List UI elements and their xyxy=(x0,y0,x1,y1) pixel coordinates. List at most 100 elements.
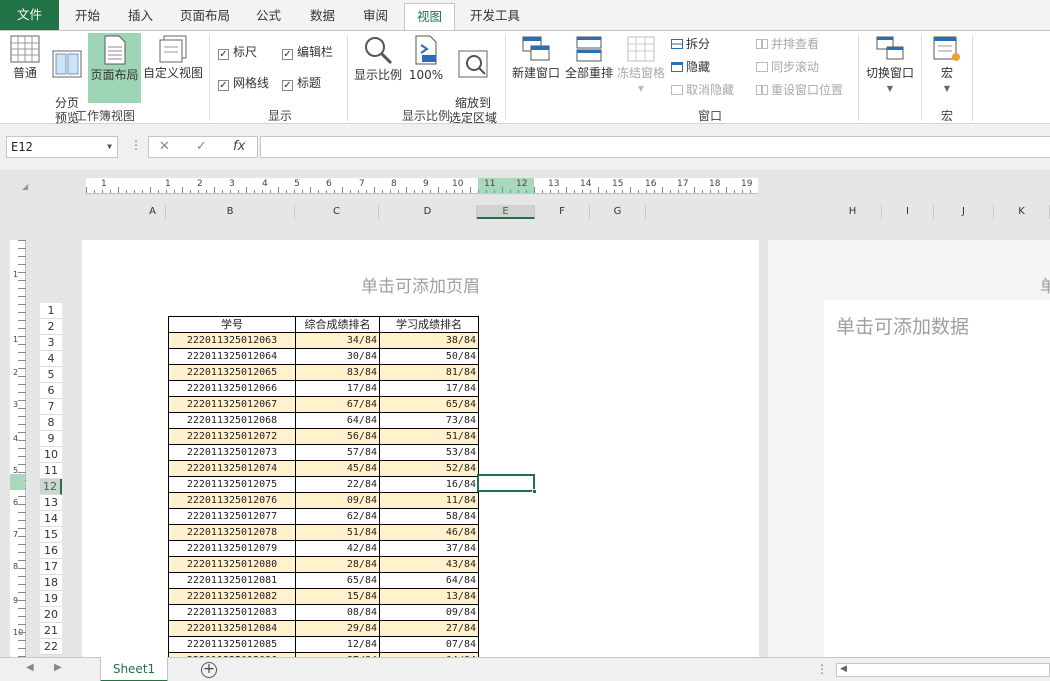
custom-views-button[interactable]: 自定义视图 xyxy=(142,35,204,101)
table-cell[interactable]: 222011325012083 xyxy=(168,604,296,621)
table-cell[interactable]: 222011325012081 xyxy=(168,572,296,589)
column-header-c[interactable]: C xyxy=(295,205,379,219)
table-cell[interactable]: 222011325012066 xyxy=(168,380,296,397)
table-cell[interactable]: 222011325012079 xyxy=(168,540,296,557)
table-cell[interactable]: 17/84 xyxy=(379,380,479,397)
row-header-6[interactable]: 6 xyxy=(40,383,62,399)
table-cell[interactable]: 222011325012076 xyxy=(168,492,296,509)
row-header-2[interactable]: 2 xyxy=(40,319,62,335)
row-header-5[interactable]: 5 xyxy=(40,367,62,383)
table-cell[interactable]: 222011325012068 xyxy=(168,412,296,429)
reset-window-position-button[interactable]: 重设窗口位置 xyxy=(756,82,843,99)
next-sheet-icon[interactable]: ▶ xyxy=(54,662,62,673)
column-header-cell[interactable]: 学号 xyxy=(168,316,296,333)
row-header-18[interactable]: 18 xyxy=(40,575,62,591)
column-header-a[interactable]: A xyxy=(140,205,166,219)
data-area[interactable]: 单击可添加数据 xyxy=(824,300,1050,657)
zoom-100-button[interactable]: 100% xyxy=(406,35,446,101)
table-cell[interactable]: 08/84 xyxy=(295,604,380,621)
row-header-8[interactable]: 8 xyxy=(40,415,62,431)
table-cell[interactable]: 222011325012064 xyxy=(168,348,296,365)
column-header-g[interactable]: G xyxy=(590,205,646,219)
column-header-d[interactable]: D xyxy=(379,205,477,219)
sheet-tab-sheet1[interactable]: Sheet1 xyxy=(100,657,168,681)
row-header-4[interactable]: 4 xyxy=(40,351,62,367)
more-options-icon[interactable]: ⋮ xyxy=(816,662,828,676)
table-cell[interactable]: 38/84 xyxy=(379,332,479,349)
tab-review[interactable]: 审阅 xyxy=(351,3,400,30)
row-header-20[interactable]: 20 xyxy=(40,607,62,623)
table-cell[interactable]: 16/84 xyxy=(379,476,479,493)
table-cell[interactable]: 28/84 xyxy=(295,556,380,573)
tab-page-layout[interactable]: 页面布局 xyxy=(168,3,242,30)
arrange-all-button[interactable]: 全部重排 xyxy=(563,35,615,101)
switch-windows-button[interactable]: 切换窗口 ▼ xyxy=(863,35,917,105)
table-cell[interactable]: 67/84 xyxy=(295,396,380,413)
column-header-cell[interactable]: 学习成绩排名 xyxy=(379,316,479,333)
table-cell[interactable]: 29/84 xyxy=(295,620,380,637)
add-sheet-icon[interactable]: + xyxy=(201,662,217,678)
synchronous-scrolling-button[interactable]: 同步滚动 xyxy=(756,59,819,76)
formula-input[interactable] xyxy=(260,136,1050,158)
table-cell[interactable]: 222011325012063 xyxy=(168,332,296,349)
row-header-3[interactable]: 3 xyxy=(40,335,62,351)
table-cell[interactable]: 07/84 xyxy=(379,636,479,653)
table-cell[interactable]: 65/84 xyxy=(379,396,479,413)
row-header-21[interactable]: 21 xyxy=(40,623,62,639)
table-cell[interactable]: 81/84 xyxy=(379,364,479,381)
split-button[interactable]: 拆分 xyxy=(671,36,710,53)
normal-view-button[interactable]: 普通 xyxy=(4,35,46,101)
table-cell[interactable]: 62/84 xyxy=(295,508,380,525)
scroll-left-icon[interactable]: ◀ xyxy=(840,664,847,674)
row-header-12[interactable]: 12 xyxy=(40,479,62,495)
tab-insert[interactable]: 插入 xyxy=(116,3,165,30)
row-header-13[interactable]: 13 xyxy=(40,495,62,511)
fill-handle[interactable] xyxy=(532,489,537,494)
row-header-16[interactable]: 16 xyxy=(40,543,62,559)
zoom-to-selection-button[interactable]: 缩放到 选定区域 xyxy=(446,35,500,125)
table-cell[interactable]: 222011325012085 xyxy=(168,636,296,653)
gridlines-checkbox[interactable]: ✓ 网格线 xyxy=(218,75,269,91)
table-cell[interactable]: 15/84 xyxy=(295,588,380,605)
table-cell[interactable]: 42/84 xyxy=(295,540,380,557)
column-header-b[interactable]: B xyxy=(166,205,295,219)
table-cell[interactable]: 50/84 xyxy=(379,348,479,365)
ruler-checkbox[interactable]: ✓ 标尺 xyxy=(218,44,257,60)
row-header-22[interactable]: 22 xyxy=(40,639,62,655)
tab-home[interactable]: 开始 xyxy=(63,3,112,30)
tab-formulas[interactable]: 公式 xyxy=(244,3,293,30)
table-cell[interactable]: 17/84 xyxy=(295,380,380,397)
column-header-i[interactable]: I xyxy=(882,205,934,219)
column-header-f[interactable]: F xyxy=(535,205,590,219)
hide-button[interactable]: 隐藏 xyxy=(671,59,710,76)
header-placeholder-page-2[interactable]: 单 xyxy=(1040,272,1050,297)
table-cell[interactable]: 37/84 xyxy=(379,540,479,557)
table-cell[interactable]: 57/84 xyxy=(295,444,380,461)
macros-button[interactable]: 宏 ▼ xyxy=(926,35,968,105)
table-cell[interactable]: 51/84 xyxy=(379,428,479,445)
table-cell[interactable]: 64/84 xyxy=(379,572,479,589)
freeze-panes-button[interactable]: 冻结窗格 ▼ xyxy=(615,35,667,101)
table-cell[interactable]: 222011325012084 xyxy=(168,620,296,637)
column-header-k[interactable]: K xyxy=(994,205,1050,219)
tab-file[interactable]: 文件 xyxy=(0,0,59,30)
column-header-j[interactable]: J xyxy=(934,205,994,219)
table-cell[interactable]: 46/84 xyxy=(379,524,479,541)
table-cell[interactable]: 34/84 xyxy=(295,332,380,349)
table-cell[interactable]: 12/84 xyxy=(295,636,380,653)
cancel-icon[interactable]: ✕ xyxy=(159,139,170,154)
new-window-button[interactable]: 新建窗口 xyxy=(510,35,562,101)
column-header-h[interactable]: H xyxy=(824,205,882,219)
column-header-e[interactable]: E xyxy=(477,205,535,219)
table-cell[interactable]: 73/84 xyxy=(379,412,479,429)
row-header-10[interactable]: 10 xyxy=(40,447,62,463)
table-cell[interactable]: 222011325012072 xyxy=(168,428,296,445)
table-cell[interactable]: 13/84 xyxy=(379,588,479,605)
table-cell[interactable]: 58/84 xyxy=(379,508,479,525)
insert-function-icon[interactable]: fx xyxy=(233,139,245,154)
table-cell[interactable]: 64/84 xyxy=(295,412,380,429)
column-header-cell[interactable]: 综合成绩排名 xyxy=(295,316,380,333)
table-cell[interactable]: 51/84 xyxy=(295,524,380,541)
table-cell[interactable]: 222011325012073 xyxy=(168,444,296,461)
row-header-7[interactable]: 7 xyxy=(40,399,62,415)
